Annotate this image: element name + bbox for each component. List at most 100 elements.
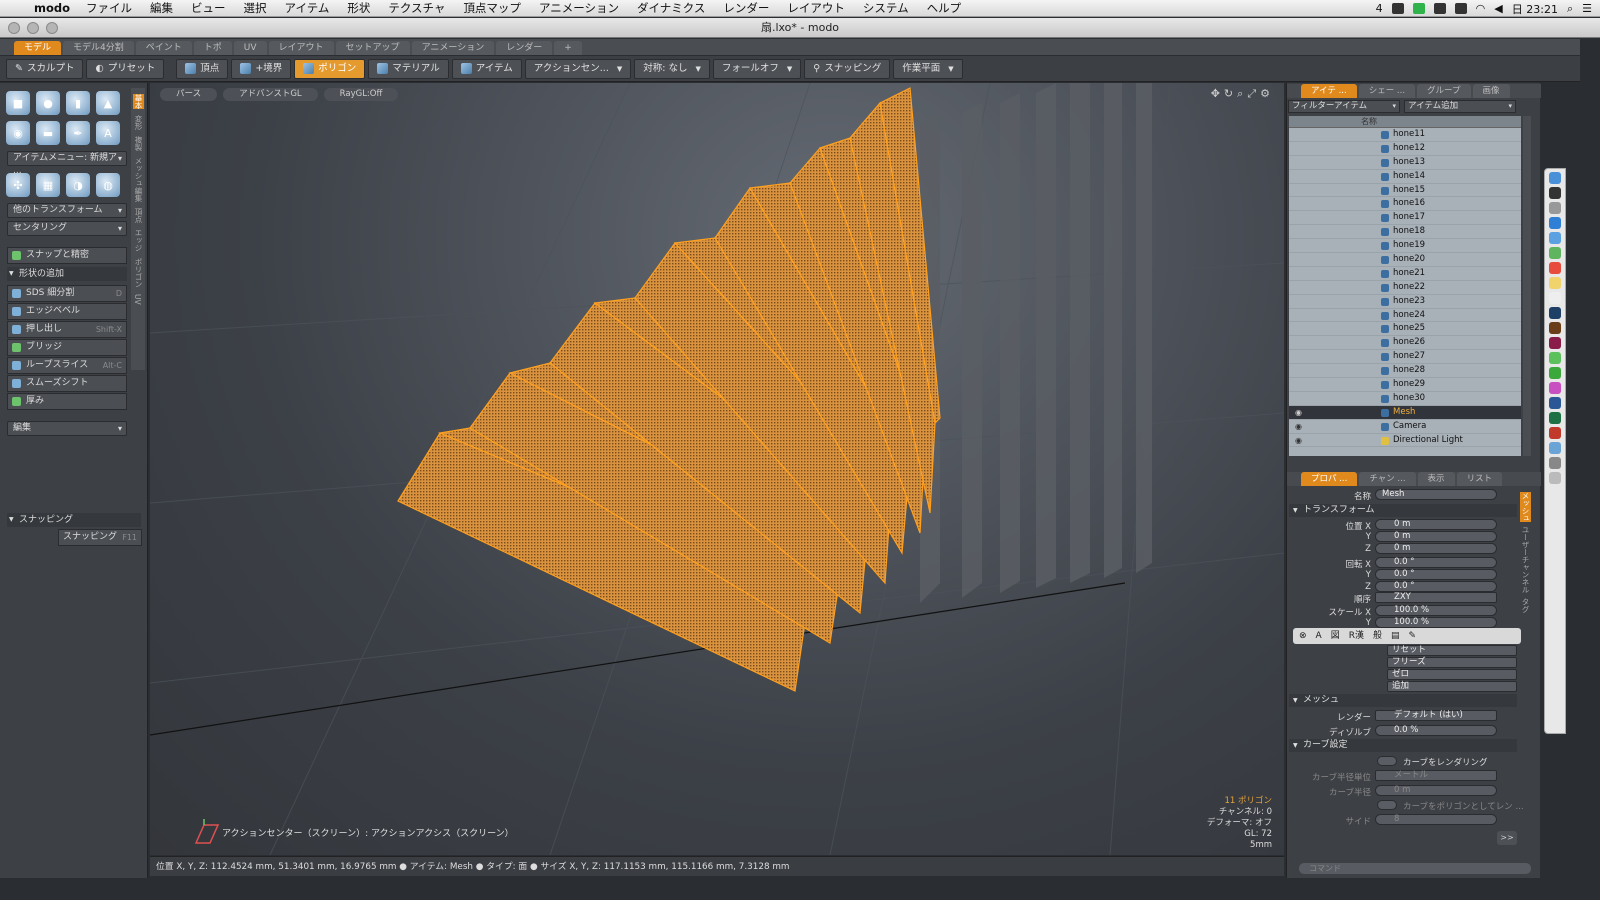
curve-section-header[interactable]: カーブ設定 bbox=[1289, 739, 1517, 752]
more-button[interactable]: >> bbox=[1497, 831, 1517, 845]
list-item[interactable]: hone19 bbox=[1289, 239, 1521, 254]
viewport-advanced-gl-tab[interactable]: アドバンストGL bbox=[223, 88, 318, 101]
ime-mode-kanji[interactable]: R漢 bbox=[1349, 628, 1364, 644]
tab-channels[interactable]: チャン ... bbox=[1359, 472, 1416, 486]
tab-basic[interactable]: 基本 bbox=[133, 94, 144, 109]
sculpt-button[interactable]: ✎ スカルプト bbox=[6, 58, 84, 79]
zoom-window-button[interactable] bbox=[46, 22, 58, 34]
scale-y-field[interactable]: 100.0 % bbox=[1375, 617, 1497, 628]
item-menu-dropdown[interactable]: アイテムメニュー: 新規ア ... bbox=[7, 151, 127, 176]
tab-paint[interactable]: ペイント bbox=[135, 41, 192, 55]
edit-pencil-icon[interactable]: ✎ bbox=[1409, 628, 1417, 644]
cube-primitive-icon[interactable]: ■ bbox=[6, 91, 30, 115]
list-item[interactable]: hone24 bbox=[1289, 309, 1521, 323]
curve-radius-unit-dropdown[interactable]: メートル bbox=[1375, 770, 1497, 781]
tab-model[interactable]: モデル bbox=[14, 41, 62, 55]
tab-layout[interactable]: レイアウト bbox=[268, 41, 334, 55]
list-item[interactable]: hone18 bbox=[1289, 225, 1521, 240]
tab-mesh[interactable]: メッシュ bbox=[1520, 492, 1531, 522]
viewport-perspective-tab[interactable]: パース bbox=[160, 88, 218, 101]
battery-icon[interactable] bbox=[1412, 3, 1425, 14]
tab-list[interactable]: リスト bbox=[1456, 472, 1503, 486]
filezilla-icon[interactable] bbox=[1549, 427, 1561, 439]
add-shape-header[interactable]: 形状の追加 bbox=[7, 267, 127, 281]
work-plane-dropdown[interactable]: 作業平面 ▼ bbox=[893, 58, 963, 79]
plane-primitive-icon[interactable]: ▬ bbox=[36, 121, 60, 145]
visibility-eye-icon[interactable]: ◉ bbox=[1295, 406, 1302, 420]
list-item[interactable]: ◉ Directional Light bbox=[1289, 434, 1521, 448]
tab-duplicate[interactable]: 複製 bbox=[133, 136, 144, 151]
list-item[interactable]: hone26 bbox=[1289, 336, 1521, 351]
tab-polygon[interactable]: ポリゴン bbox=[133, 258, 144, 288]
polygon-mode-button[interactable]: ポリゴン bbox=[294, 58, 366, 79]
wifi-icon[interactable]: ◠ bbox=[1476, 2, 1486, 15]
notes-icon[interactable] bbox=[1549, 277, 1561, 289]
close-window-button[interactable] bbox=[8, 22, 20, 34]
tab-groups[interactable]: グループ bbox=[1417, 84, 1471, 98]
menu-texture[interactable]: テクスチャ bbox=[388, 0, 445, 16]
time-machine-icon[interactable] bbox=[1454, 3, 1467, 14]
freeze-dropdown[interactable]: フリーズ bbox=[1387, 657, 1517, 668]
curve-polygon-checkbox[interactable] bbox=[1377, 800, 1397, 810]
clock[interactable]: 日 23:21 bbox=[1512, 1, 1558, 17]
visibility-eye-icon[interactable]: ◉ bbox=[1295, 420, 1302, 434]
menu-help[interactable]: ヘルプ bbox=[927, 0, 962, 16]
adobe-badge[interactable]: 4 bbox=[1376, 2, 1383, 15]
excel-icon[interactable] bbox=[1549, 412, 1561, 424]
tab-properties[interactable]: プロパ ... bbox=[1301, 472, 1358, 486]
list-item[interactable]: hone29 bbox=[1289, 378, 1521, 392]
rotation-z-field[interactable]: 0.0 ° bbox=[1375, 581, 1497, 592]
ime-mode-general[interactable]: 般 bbox=[1373, 628, 1382, 644]
tab-vertex[interactable]: 頂点 bbox=[133, 208, 144, 223]
cylinder-primitive-icon[interactable]: ▮ bbox=[66, 91, 90, 115]
system-preferences-icon[interactable] bbox=[1549, 457, 1561, 469]
viewport-raygl-tab[interactable]: RayGL:Off bbox=[323, 88, 399, 101]
rotation-y-field[interactable]: 0.0 ° bbox=[1375, 569, 1497, 580]
list-item[interactable]: hone12 bbox=[1289, 142, 1521, 156]
snapping-button[interactable]: ⚲ スナッピング bbox=[804, 58, 891, 79]
illustrator-icon[interactable] bbox=[1549, 322, 1561, 334]
menu-layout[interactable]: レイアウト bbox=[787, 0, 845, 16]
tab-shader[interactable]: シェー ... bbox=[1358, 84, 1416, 98]
scale-x-field[interactable]: 100.0 % bbox=[1375, 605, 1497, 616]
list-item[interactable]: hone23 bbox=[1289, 295, 1521, 309]
snap-precision-button[interactable]: スナップと精密 bbox=[7, 247, 127, 264]
transform-icon[interactable]: ✣ bbox=[6, 173, 30, 197]
render-dropdown[interactable]: デフォルト (はい) bbox=[1375, 710, 1497, 721]
menu-item[interactable]: アイテム bbox=[285, 0, 330, 16]
list-item[interactable]: hone14 bbox=[1289, 170, 1521, 184]
tab-setup[interactable]: セットアップ bbox=[335, 41, 410, 55]
menu-select[interactable]: 選択 bbox=[244, 0, 267, 16]
item-list-scrollbar[interactable] bbox=[1523, 116, 1531, 456]
minimize-window-button[interactable] bbox=[27, 22, 39, 34]
dashboard-icon[interactable] bbox=[1549, 187, 1561, 199]
menu-render[interactable]: レンダー bbox=[723, 0, 769, 16]
spotlight-icon[interactable]: ⌕ bbox=[1567, 2, 1573, 16]
command-input[interactable]: コマンド bbox=[1299, 863, 1531, 874]
curve-radius-field[interactable]: 0 m bbox=[1375, 785, 1497, 796]
menu-view[interactable]: ビュー bbox=[191, 0, 226, 16]
tool-extrude[interactable]: 押し出し Shift-X bbox=[7, 321, 127, 338]
position-x-field[interactable]: 0 m bbox=[1375, 519, 1497, 530]
3d-viewport[interactable]: パース アドバンストGL RayGL:Off ✥ ↻ ⌕ ⤢ ⚙ アクションセン… bbox=[150, 83, 1284, 855]
tab-images[interactable]: 画像 bbox=[1472, 84, 1510, 98]
tab-uv-tools[interactable]: UV bbox=[133, 294, 142, 305]
list-item[interactable]: hone25 bbox=[1289, 322, 1521, 337]
dropbox-icon[interactable] bbox=[1391, 3, 1404, 14]
text-tool-icon[interactable]: A bbox=[96, 121, 120, 145]
menu-vertex-map[interactable]: 頂点マップ bbox=[463, 0, 521, 16]
list-item[interactable]: hone27 bbox=[1289, 350, 1521, 365]
launchpad-icon[interactable] bbox=[1549, 202, 1561, 214]
word-icon[interactable] bbox=[1549, 397, 1561, 409]
list-item-selected[interactable]: ◉ Mesh bbox=[1289, 405, 1521, 420]
visibility-eye-icon[interactable]: ◉ bbox=[1295, 434, 1302, 448]
maximize-icon[interactable]: ⤢ bbox=[1247, 87, 1256, 101]
tab-tags[interactable]: タグ bbox=[1520, 598, 1531, 613]
snapping-toggle-button[interactable]: スナッピング F11 bbox=[58, 529, 142, 546]
list-item[interactable]: hone16 bbox=[1289, 197, 1521, 212]
rotation-x-field[interactable]: 0.0 ° bbox=[1375, 557, 1497, 568]
calendar-icon[interactable]: ▤ bbox=[1391, 628, 1400, 644]
list-item[interactable]: hone22 bbox=[1289, 281, 1521, 295]
ime-mode-a[interactable]: A bbox=[1316, 628, 1322, 644]
bend-icon[interactable]: ◑ bbox=[66, 173, 90, 197]
